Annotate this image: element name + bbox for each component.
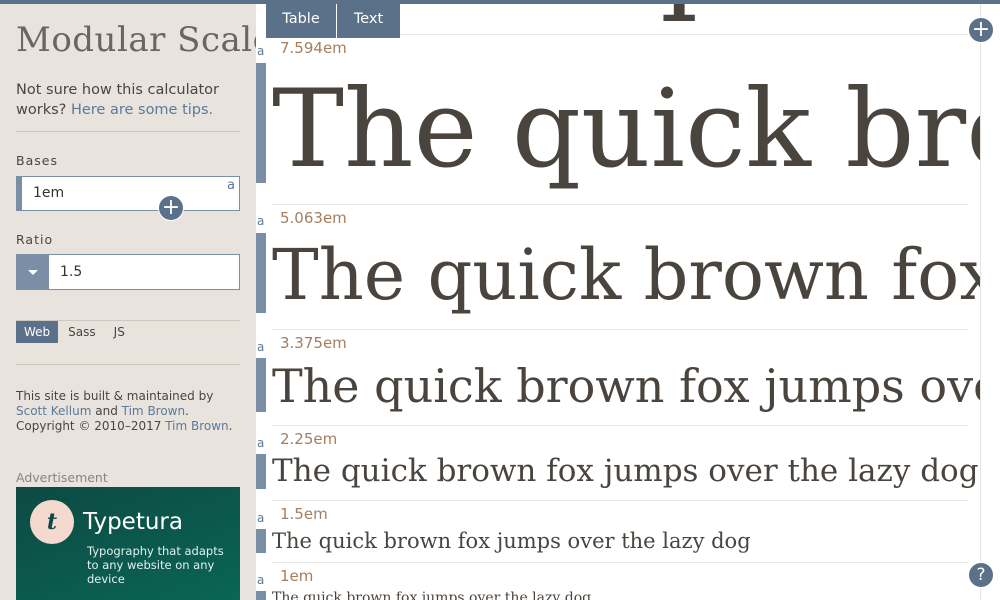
help-icon[interactable]: ? [968,562,994,588]
ad-label: Advertisement [16,470,108,485]
add-row-plus-icon[interactable]: + [968,17,994,43]
row-divider [272,204,968,205]
specimen-text: The quick brown fox jumps over the lazy … [272,359,980,413]
credits-end: . [228,419,233,433]
scott-kellum-link[interactable]: Scott Kellum [16,404,91,418]
advertisement-banner[interactable]: t Typetura Typography that adapts to any… [16,487,240,600]
size-label: 1em [280,567,314,585]
specimen-text: The quick brown fox jumps over the lazy … [272,453,979,489]
row-marker [256,358,266,412]
tim-brown-link[interactable]: Tim Brown [122,404,185,418]
size-label: 7.594em [280,39,347,57]
row-marker [256,454,266,489]
size-label: 1.5em [280,505,328,523]
ratio-select[interactable]: 1.5 [16,254,240,290]
base-value: 1em [33,185,65,201]
ad-brand: Typetura [83,509,183,535]
base-input[interactable]: 1em a [16,176,240,211]
tim-brown-link-2[interactable]: Tim Brown [165,419,228,433]
base-input-handle [17,177,22,210]
row-divider [272,500,968,501]
scroll-rail[interactable] [980,4,1000,600]
base-mark: a [227,178,235,193]
intro-text: Not sure how this calculator works? Here… [16,80,240,120]
row-marker [256,63,266,183]
specimen-text: The quick brown fox jumps over the lazy … [272,67,980,192]
tab-sass[interactable]: Sass [60,321,103,343]
row-marker [256,591,266,600]
top-accent-bar [0,0,1000,4]
size-label: 2.25em [280,430,338,448]
row-divider [272,425,968,426]
credits-and: and [95,404,118,418]
row-divider [272,562,968,563]
row-mark: a [257,511,265,525]
tab-web[interactable]: Web [16,321,59,343]
credits: This site is built & maintained by Scott… [16,389,240,434]
row-mark: a [257,340,265,354]
specimen-text: The quick brown fox jumps over the lazy … [272,590,592,600]
row-divider [272,329,968,330]
divider [16,364,240,365]
specimen-text: The quick brown fox jumps over the lazy … [272,234,980,316]
specimen-text: The quick brown fox jumps over the lazy … [272,529,751,553]
specimen-area: p 7.594em The quick brown fox jumps over… [266,0,980,600]
divider [16,131,240,132]
row-mark: a [257,44,265,58]
row-mark: a [257,214,265,228]
ad-tagline: Typography that adapts to any website on… [87,544,224,586]
row-mark: a [257,573,265,587]
size-label: 5.063em [280,209,347,227]
tips-link[interactable]: Here are some tips. [71,102,213,118]
tab-js[interactable]: JS [106,321,133,343]
chevron-down-icon [28,270,38,275]
credits-text: This site is built & maintained by [16,389,214,403]
ratio-dropdown-button[interactable] [17,255,49,289]
ratio-value: 1.5 [60,264,83,280]
sidebar: Modular Scale Not sure how this calculat… [0,0,256,600]
output-tabs: Web Sass JS [16,321,135,343]
row-mark: a [257,436,265,450]
ratio-label: Ratio [16,232,54,247]
bases-label: Bases [16,153,58,168]
credits-years: 2010–2017 [94,419,162,433]
add-base-plus-icon[interactable]: + [158,195,184,221]
tab-text[interactable]: Text [337,0,400,38]
tab-table[interactable]: Table [266,0,336,38]
typetura-logo-icon: t [30,500,74,544]
site-title: Modular Scale [16,20,256,60]
row-marker [256,529,266,553]
row-marker [256,233,266,313]
size-label: 3.375em [280,334,347,352]
